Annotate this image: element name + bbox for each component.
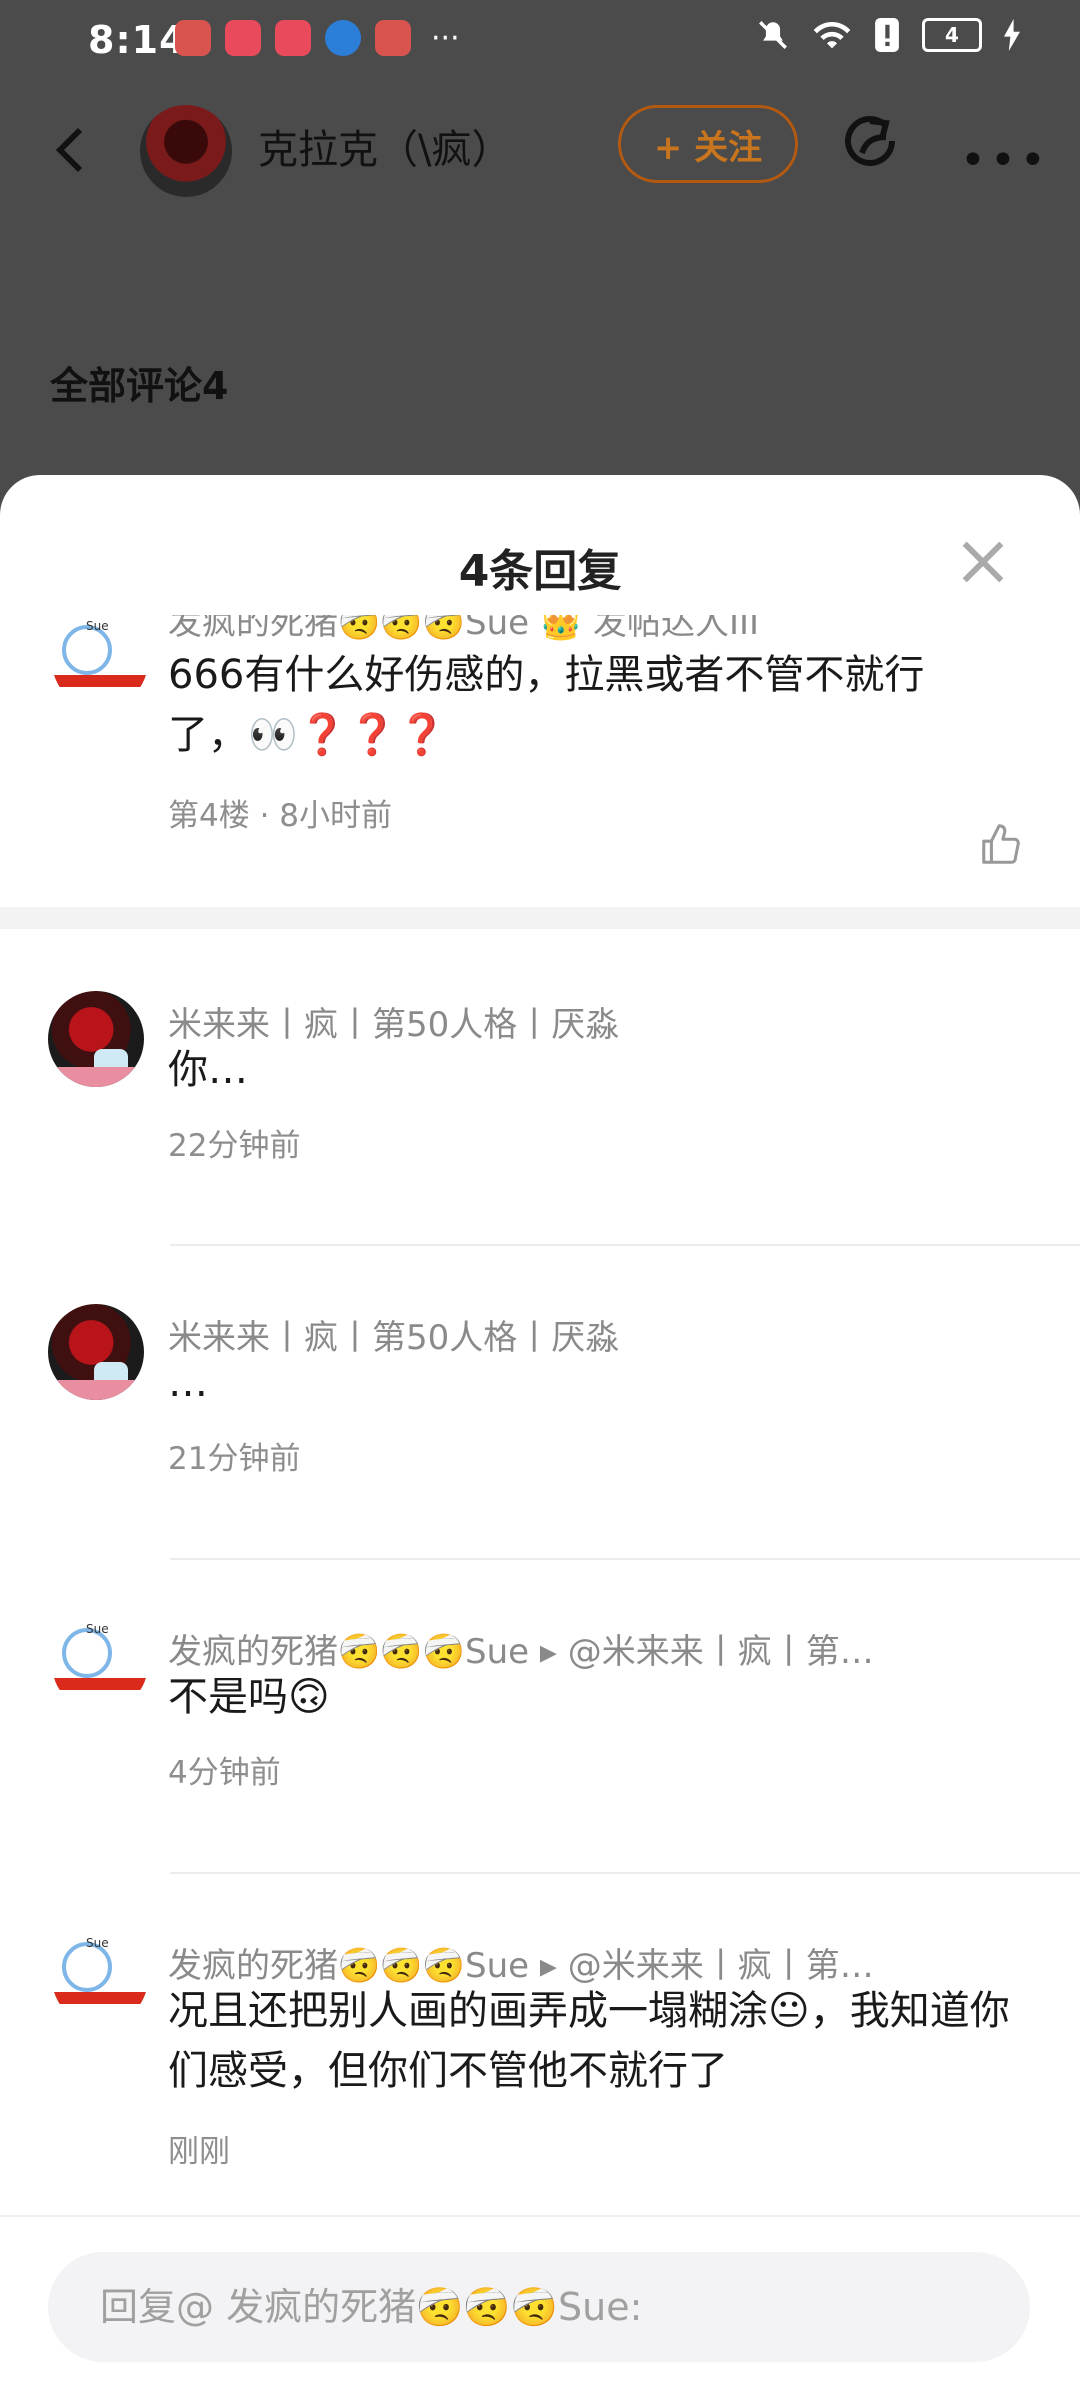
more-notifications-icon: ··· [431, 20, 460, 56]
status-time: 8:14 [88, 18, 187, 62]
avatar[interactable]: Sue [52, 1616, 148, 1712]
reply-text: 况且还把别人画的画弄成一塌糊涂😐，我知道你们感受，但你们不管他不就行了 [168, 1988, 1010, 2094]
app-notification-icon [225, 20, 261, 56]
comment-author[interactable]: 发疯的死猪🤕🤕🤕Sue 👑 发帖达人III [168, 615, 759, 644]
battery-icon: 4 [922, 18, 982, 52]
like-icon[interactable] [978, 822, 1024, 868]
reply-author[interactable]: 发疯的死猪🤕🤕🤕Sue ▸ @米来来丨疯丨第… [168, 1938, 874, 1987]
avatar[interactable] [48, 1304, 144, 1400]
reply-author[interactable]: 发疯的死猪🤕🤕🤕Sue ▸ @米来来丨疯丨第… [168, 1624, 874, 1673]
reply-author[interactable]: 米来来丨疯丨第50人格丨厌淼 [168, 997, 619, 1046]
comment-text: 666有什么好伤感的，拉黑或者不管不就行了，👀❓❓❓ [168, 652, 925, 758]
alert-icon [875, 18, 899, 52]
battery-level: 4 [945, 23, 959, 47]
close-icon[interactable] [958, 537, 1008, 587]
wifi-icon [813, 21, 851, 49]
comment-meta: 第4楼 · 8小时前 [168, 798, 393, 834]
follow-button[interactable]: + 关注 [618, 105, 798, 183]
section-divider [0, 907, 1080, 929]
top-nav: 克拉克（\疯） + 关注 ••• [0, 95, 1080, 205]
mute-icon [759, 21, 787, 49]
app-notification-icon [375, 20, 411, 56]
reply-time: 刚刚 [168, 2134, 230, 2170]
divider [170, 1872, 1080, 1874]
browser-notification-icon [325, 20, 361, 56]
app-notification-icon [275, 20, 311, 56]
reply-item: 米来来丨疯丨第50人格丨厌淼 你… 22分钟前 [0, 975, 1080, 1287]
notification-icons: ··· [175, 20, 460, 56]
reply-item: Sue 发疯的死猪🤕🤕🤕Sue ▸ @米来来丨疯丨第… 不是吗🙃 4分钟前 [0, 1602, 1080, 1914]
main-comment: Sue 发疯的死猪🤕🤕🤕Sue 👑 发帖达人III 666有什么好伤感的，拉黑或… [0, 615, 1080, 880]
all-comments-heading: 全部评论4 [50, 364, 229, 408]
reply-time: 22分钟前 [168, 1128, 301, 1164]
reply-input[interactable] [98, 2284, 1002, 2330]
avatar[interactable]: Sue [52, 615, 148, 709]
reply-author[interactable]: 米来来丨疯丨第50人格丨厌淼 [168, 1310, 619, 1359]
avatar[interactable]: Sue [52, 1930, 148, 2026]
author-avatar[interactable] [140, 105, 232, 197]
status-bar: 8:14 ··· 4 [0, 0, 1080, 80]
charging-icon [1004, 19, 1020, 51]
back-icon[interactable] [50, 125, 90, 175]
reply-text: 不是吗🙃 [168, 1674, 330, 1720]
reply-item: Sue 发疯的死猪🤕🤕🤕Sue ▸ @米来来丨疯丨第… 况且还把别人画的画弄成一… [0, 1916, 1080, 2276]
system-icons: 4 [756, 18, 1020, 52]
reply-text: … [168, 1360, 208, 1406]
sheet-title: 4条回复 [458, 546, 622, 597]
app-notification-icon [175, 20, 211, 56]
divider [170, 1244, 1080, 1246]
reply-input-container[interactable] [48, 2252, 1030, 2362]
avatar[interactable] [48, 991, 144, 1087]
reply-item: 米来来丨疯丨第50人格丨厌淼 … 21分钟前 [0, 1288, 1080, 1600]
divider [0, 2215, 1080, 2217]
reply-time: 21分钟前 [168, 1441, 301, 1477]
more-options-icon[interactable]: ••• [960, 135, 1050, 186]
author-name[interactable]: 克拉克（\疯） [258, 117, 511, 175]
divider [170, 1558, 1080, 1560]
reply-text: 你… [168, 1047, 248, 1093]
replies-sheet: 4条回复 Sue 发疯的死猪🤕🤕🤕Sue 👑 发帖达人III 666有什么好伤感… [0, 475, 1080, 2400]
reply-time: 4分钟前 [168, 1755, 281, 1791]
share-icon[interactable] [842, 113, 902, 173]
